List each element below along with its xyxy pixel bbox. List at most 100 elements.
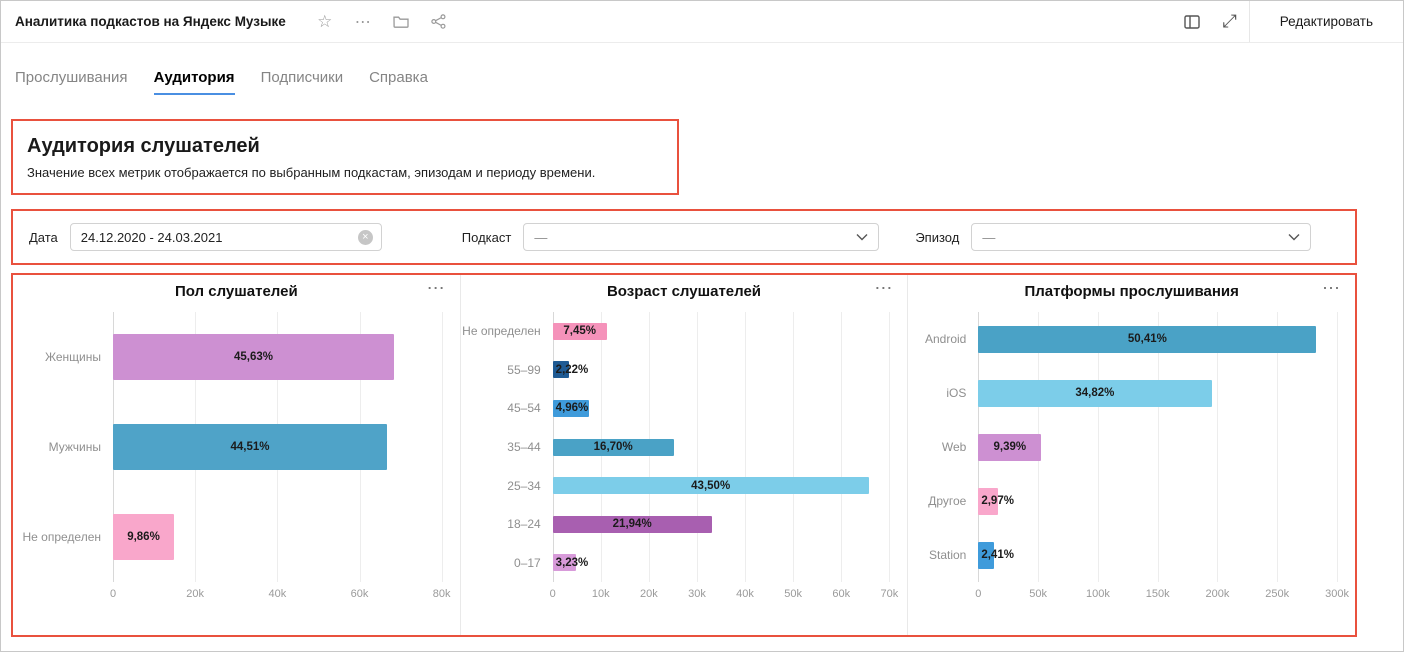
bar-value-label: 3,23% [556,556,589,570]
plot-area: 010k20k30k40k50k60k70kНе определен7,45%5… [553,312,890,582]
gridline [697,312,698,582]
chart-title: Пол слушателей [13,283,460,300]
plot-area: 050k100k150k200k250k300kAndroid50,41%iOS… [978,312,1337,582]
x-axis-tick-label: 80k [433,588,451,600]
category-label: Женщины [13,349,101,365]
episode-select[interactable]: — [971,223,1311,251]
chevron-down-icon [856,233,868,241]
chart-panel-gender: Пол слушателей ⋯ 020k40k60k80kЖенщины45,… [13,275,460,635]
x-axis-tick-label: 30k [688,588,706,600]
category-label: Мужчины [13,439,101,455]
episode-select-value: — [982,230,1288,245]
gridline [1217,312,1218,582]
x-axis-tick-label: 50k [784,588,802,600]
chart-title: Платформы прослушивания [908,283,1355,300]
tab-listens[interactable]: Прослушивания [15,69,128,95]
bar-value-label: 45,63% [234,350,273,364]
date-range-value: 24.12.2020 - 24.03.2021 [81,230,358,245]
category-label: iOS [908,385,966,401]
x-axis-tick-label: 40k [736,588,754,600]
episode-filter-label: Эпизод [915,230,959,245]
category-label: 55–99 [461,362,541,378]
edit-button[interactable]: Редактировать [1250,1,1403,43]
x-axis-tick-label: 60k [832,588,850,600]
tab-audience[interactable]: Аудитория [154,69,235,95]
tab-subscribers[interactable]: Подписчики [261,69,344,95]
date-range-input[interactable]: 24.12.2020 - 24.03.2021 × [70,223,382,251]
x-axis-tick-label: 100k [1086,588,1110,600]
more-icon[interactable]: ⋯ [344,1,382,43]
chart-menu-icon[interactable]: ⋯ [874,279,893,297]
age-bar-chart: 010k20k30k40k50k60k70kНе определен7,45%5… [461,312,908,612]
clear-date-icon[interactable]: × [358,230,373,245]
category-label: 25–34 [461,478,541,494]
category-label: 18–24 [461,516,541,532]
x-axis-tick-label: 300k [1325,588,1349,600]
plot-area: 020k40k60k80kЖенщины45,63%Мужчины44,51%Н… [113,312,442,582]
bar-value-label: 2,22% [556,363,589,377]
bar-value-label: 21,94% [613,517,652,531]
gridline [1337,312,1338,582]
charts-section: Пол слушателей ⋯ 020k40k60k80kЖенщины45,… [11,273,1357,637]
category-label: 0–17 [461,555,541,571]
category-label: Station [908,547,966,563]
bar-value-label: 34,82% [1075,386,1114,400]
podcast-filter: Подкаст — [462,223,880,251]
category-label: Не определен [13,529,101,545]
podcast-select[interactable]: — [523,223,879,251]
gridline [1098,312,1099,582]
x-axis-tick-label: 0 [975,588,981,600]
chart-menu-icon[interactable]: ⋯ [427,279,446,297]
gridline [1277,312,1278,582]
category-label: 45–54 [461,400,541,416]
gridline [793,312,794,582]
x-axis-tick-label: 40k [268,588,286,600]
bar-value-label: 50,41% [1128,332,1167,346]
header: Аналитика подкастов на Яндекс Музыке ☆ ⋯… [1,1,1403,43]
gridline [889,312,890,582]
x-axis-tick-label: 150k [1146,588,1170,600]
category-label: Другое [908,493,966,509]
chart-panel-age: Возраст слушателей ⋯ 010k20k30k40k50k60k… [460,275,908,635]
gridline [442,312,443,582]
x-axis-tick-label: 50k [1029,588,1047,600]
category-label: Web [908,439,966,455]
x-axis-tick-label: 10k [592,588,610,600]
tab-bar: Прослушивания Аудитория Подписчики Справ… [1,43,1403,95]
x-axis-tick-label: 0 [110,588,116,600]
page-heading-box: Аудитория слушателей Значение всех метри… [11,119,679,195]
x-axis-tick-label: 20k [186,588,204,600]
dashboard-window: Аналитика подкастов на Яндекс Музыке ☆ ⋯… [0,0,1404,652]
bar-value-label: 7,45% [563,324,596,338]
category-label: 35–44 [461,439,541,455]
folder-icon[interactable] [382,1,420,43]
bar-value-label: 44,51% [230,440,269,454]
x-axis-tick-label: 200k [1206,588,1230,600]
category-label: Android [908,331,966,347]
category-label: Не определен [461,323,541,339]
star-icon[interactable]: ☆ [306,1,344,43]
dashboard-title: Аналитика подкастов на Яндекс Музыке [1,14,306,29]
gridline [745,312,746,582]
podcast-select-value: — [534,230,856,245]
bar-value-label: 43,50% [691,479,730,493]
fullscreen-icon[interactable]: ⤢ [1211,1,1249,43]
tab-help[interactable]: Справка [369,69,428,95]
platforms-bar-chart: 050k100k150k200k250k300kAndroid50,41%iOS… [908,312,1355,612]
bar-value-label: 16,70% [594,440,633,454]
chart-panel-platforms: Платформы прослушивания ⋯ 050k100k150k20… [907,275,1355,635]
share-icon[interactable] [420,1,458,43]
page-title: Аудитория слушателей [27,135,663,158]
chart-title: Возраст слушателей [461,283,908,300]
sidebar-panel-icon[interactable] [1173,1,1211,43]
x-axis-tick-label: 60k [351,588,369,600]
x-axis-tick-label: 70k [880,588,898,600]
bar-value-label: 2,41% [981,548,1014,562]
podcast-filter-label: Подкаст [462,230,512,245]
x-axis-tick-label: 20k [640,588,658,600]
gridline [841,312,842,582]
filters-bar: Дата 24.12.2020 - 24.03.2021 × Подкаст —… [11,209,1357,265]
chevron-down-icon [1288,233,1300,241]
bar-value-label: 4,96% [556,401,589,415]
chart-menu-icon[interactable]: ⋯ [1322,279,1341,297]
